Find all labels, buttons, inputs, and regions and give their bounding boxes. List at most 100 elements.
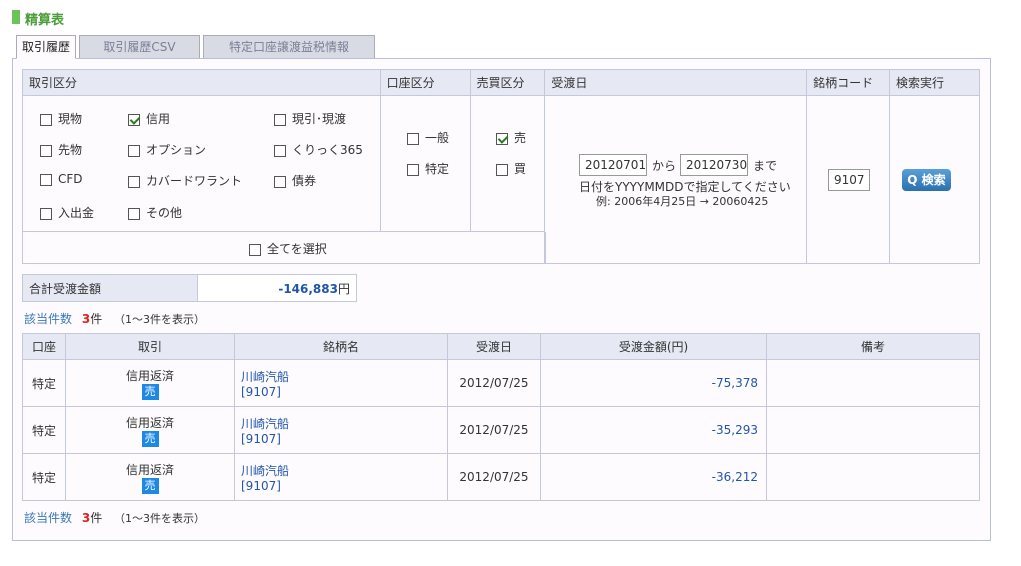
checkbox[interactable] [40, 207, 52, 220]
table-row: 特定 信用返済売 川崎汽船 [9107] 2012/07/25 -36,212 [22, 453, 980, 501]
header-settle-date: 受渡日 [544, 69, 808, 96]
option-label: 一般 [425, 131, 450, 145]
checkbox[interactable] [274, 175, 286, 188]
option-account-specific[interactable]: 特定 [407, 160, 449, 177]
count-number: 3 [81, 511, 91, 525]
stock-code-link[interactable]: [9107] [241, 479, 447, 493]
side-badge: 売 [141, 430, 159, 447]
header-trade-type: 取引区分 [22, 69, 381, 96]
col-account: 口座 [22, 333, 66, 360]
option-genbiki[interactable]: 現引･現渡 [274, 110, 346, 127]
option-other[interactable]: その他 [128, 204, 182, 221]
checkbox[interactable] [274, 144, 286, 157]
count-summary-bottom: 該当件数 3件 （1～3件を表示） [24, 509, 205, 526]
cell-name: 川崎汽船 [9107] [234, 453, 448, 501]
select-all-label: 全てを選択 [267, 242, 327, 256]
option-label: 信用 [146, 112, 171, 126]
cell-note [766, 453, 980, 501]
title-bar-marker [12, 10, 20, 24]
count-range: （1～3件を表示） [114, 313, 206, 326]
option-label: 現引･現渡 [292, 112, 347, 126]
cell-note [766, 359, 980, 407]
cell-trade: 信用返済売 [65, 359, 235, 407]
total-value: -146,883 [278, 281, 338, 296]
count-number: 3 [81, 312, 91, 326]
checkbox[interactable] [40, 113, 52, 126]
trade-type: 信用返済 [125, 462, 174, 477]
tab-history[interactable]: 取引履歴 [16, 35, 76, 59]
col-trade: 取引 [65, 333, 235, 360]
checkbox[interactable] [128, 175, 140, 188]
table-row: 特定 信用返済売 川崎汽船 [9107] 2012/07/25 -75,378 [22, 359, 980, 407]
col-amount: 受渡金額(円) [540, 333, 767, 360]
count-range: （1～3件を表示） [114, 512, 206, 525]
option-label: 特定 [425, 162, 450, 176]
count-label: 該当件数 [24, 511, 73, 525]
checkbox[interactable] [496, 163, 508, 176]
option-label: 現物 [58, 112, 83, 126]
cell-amount: -75,378 [540, 359, 767, 407]
tab-history-csv[interactable]: 取引履歴CSV [79, 35, 200, 59]
option-buy[interactable]: 買 [496, 160, 526, 177]
option-covered-warrant[interactable]: カバードワラント [128, 172, 242, 189]
date-from-input[interactable]: 20120701 [579, 154, 647, 176]
checkbox[interactable] [249, 243, 261, 256]
results-table: 口座 取引 銘柄名 受渡日 受渡金額(円) 備考 特定 信用返済売 川崎汽船 [9… [22, 333, 980, 501]
cell-date: 2012/07/25 [447, 359, 541, 407]
stock-code-link[interactable]: [9107] [241, 385, 447, 399]
select-all[interactable]: 全てを選択 [249, 240, 327, 257]
code-input[interactable]: 9107 [828, 169, 870, 191]
total-unit: 円 [337, 281, 350, 296]
option-click365[interactable]: くりっく365 [274, 141, 363, 158]
header-account-type: 口座区分 [379, 69, 471, 96]
option-label: 入出金 [58, 206, 95, 220]
page-title: 精算表 [25, 13, 65, 28]
stock-name-link[interactable]: 川崎汽船 [241, 415, 447, 432]
stock-name-link[interactable]: 川崎汽船 [241, 462, 447, 479]
side-badge: 売 [141, 383, 159, 400]
option-shinyou[interactable]: 信用 [128, 110, 170, 127]
cell-date: 2012/07/25 [447, 406, 541, 454]
from-label: から [652, 159, 677, 173]
checkbox-checked[interactable] [128, 113, 140, 126]
option-label: 先物 [58, 143, 83, 157]
search-button[interactable]: Q 検索 [902, 169, 951, 191]
header-execute: 検索実行 [889, 69, 980, 96]
stock-name-link[interactable]: 川崎汽船 [241, 368, 447, 385]
cell-account: 特定 [22, 359, 66, 407]
checkbox[interactable] [407, 163, 419, 176]
checkbox[interactable] [407, 132, 419, 145]
total-label: 合計受渡金額 [22, 274, 198, 302]
checkbox[interactable] [40, 173, 52, 186]
cell-note [766, 406, 980, 454]
option-genbutsu[interactable]: 現物 [40, 110, 82, 127]
cell-amount: -36,212 [540, 453, 767, 501]
option-sell[interactable]: 売 [496, 129, 526, 146]
date-example: 例: 2006年4月25日 → 20060425 [596, 195, 769, 208]
tab-tax-info[interactable]: 特定口座譲渡益税情報 [203, 35, 375, 59]
to-label: まで [753, 159, 778, 173]
option-options[interactable]: オプション [128, 141, 206, 158]
count-summary-top: 該当件数 3件 （1～3件を表示） [24, 310, 205, 327]
option-label: CFD [58, 172, 83, 186]
option-cfd[interactable]: CFD [40, 172, 83, 186]
checkbox[interactable] [40, 144, 52, 157]
option-label: オプション [146, 143, 207, 157]
cell-date: 2012/07/25 [447, 453, 541, 501]
option-deposit-withdrawal[interactable]: 入出金 [40, 204, 94, 221]
checkbox[interactable] [128, 207, 140, 220]
total-box: 合計受渡金額 -146,883円 [22, 274, 357, 302]
date-to-input[interactable]: 20120730 [680, 154, 748, 176]
stock-code-link[interactable]: [9107] [241, 432, 447, 446]
checkbox[interactable] [128, 144, 140, 157]
cell-trade: 信用返済売 [65, 453, 235, 501]
checkbox[interactable] [274, 113, 286, 126]
count-unit: 件 [90, 312, 103, 326]
option-bonds[interactable]: 債券 [274, 172, 316, 189]
checkbox-checked[interactable] [496, 132, 508, 145]
option-account-general[interactable]: 一般 [407, 129, 449, 146]
count-unit: 件 [90, 511, 103, 525]
table-row: 特定 信用返済売 川崎汽船 [9107] 2012/07/25 -35,293 [22, 406, 980, 454]
col-note: 備考 [766, 333, 980, 360]
option-futures[interactable]: 先物 [40, 141, 82, 158]
